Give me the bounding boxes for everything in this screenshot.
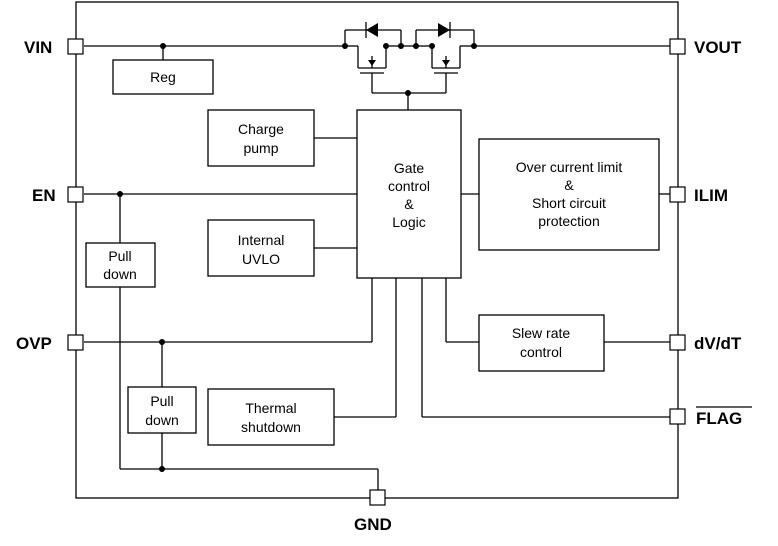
pin-flag: FLAG xyxy=(669,406,752,428)
svg-text:control: control xyxy=(520,344,562,360)
svg-text:Thermal: Thermal xyxy=(245,400,296,416)
svg-text:VIN: VIN xyxy=(24,38,52,57)
svg-text:Charge: Charge xyxy=(238,121,284,137)
svg-text:FLAG: FLAG xyxy=(696,409,742,428)
svg-text:shutdown: shutdown xyxy=(241,419,301,435)
svg-text:Gate: Gate xyxy=(394,160,425,176)
block-thermal-shutdown: Thermal shutdown xyxy=(207,388,335,446)
svg-text:UVLO: UVLO xyxy=(242,251,280,267)
svg-text:Internal: Internal xyxy=(238,232,285,248)
block-charge-pump: Charge pump xyxy=(207,109,315,167)
pin-vout: VOUT xyxy=(669,38,742,57)
svg-text:Pull: Pull xyxy=(150,393,173,409)
svg-text:dV/dT: dV/dT xyxy=(694,334,742,353)
block-diagram: Reg Charge pump Gate control & Logic Int… xyxy=(16,1,752,534)
block-pull-down-en: Pull down xyxy=(85,242,156,288)
svg-text:down: down xyxy=(145,412,178,428)
pin-dvdt: dV/dT xyxy=(669,334,742,353)
block-slew-rate-control: Slew rate control xyxy=(478,314,605,372)
svg-text:Pull: Pull xyxy=(108,248,131,264)
pin-ovp: OVP xyxy=(16,334,84,353)
svg-text:Logic: Logic xyxy=(392,214,425,230)
svg-text:Slew rate: Slew rate xyxy=(512,325,571,341)
svg-text:OVP: OVP xyxy=(16,334,52,353)
svg-text:Over current limit: Over current limit xyxy=(516,159,623,175)
block-over-current-protection: Over current limit & Short circuit prote… xyxy=(478,138,660,251)
svg-text:Reg: Reg xyxy=(150,69,176,85)
block-reg: Reg xyxy=(112,59,214,95)
svg-text:Short circuit: Short circuit xyxy=(532,195,606,211)
svg-text:control: control xyxy=(388,178,430,194)
svg-text:&: & xyxy=(404,196,414,212)
block-pull-down-ovp: Pull down xyxy=(127,386,197,434)
svg-text:EN: EN xyxy=(32,186,56,205)
pin-vin: VIN xyxy=(24,38,84,57)
pin-en: EN xyxy=(32,186,84,205)
svg-text:VOUT: VOUT xyxy=(694,38,742,57)
svg-text:pump: pump xyxy=(243,140,278,156)
svg-text:ILIM: ILIM xyxy=(694,186,728,205)
block-gate-control-logic: Gate control & Logic xyxy=(356,109,462,279)
svg-text:down: down xyxy=(103,266,136,282)
svg-text:GND: GND xyxy=(354,515,392,534)
pin-ilim: ILIM xyxy=(669,186,728,205)
block-internal-uvlo: Internal UVLO xyxy=(207,219,315,277)
svg-text:&: & xyxy=(564,177,574,193)
svg-text:protection: protection xyxy=(538,213,599,229)
